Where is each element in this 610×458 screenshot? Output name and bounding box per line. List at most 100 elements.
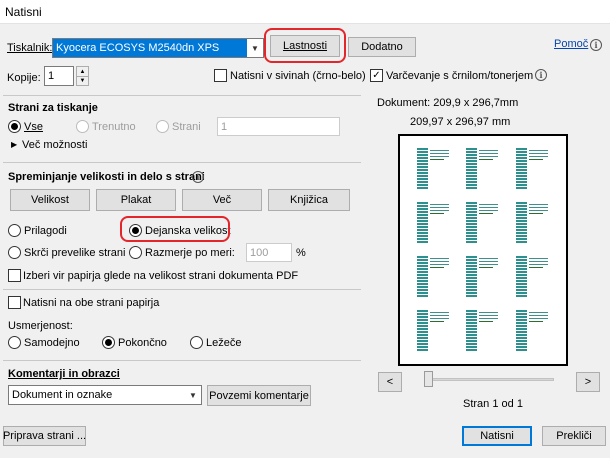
orientation-landscape-radio[interactable]	[190, 336, 203, 349]
cancel-button-label: Prekliči	[556, 430, 592, 442]
label-tile	[516, 144, 549, 192]
pages-all-label: Vse	[24, 121, 43, 133]
page-slider-track[interactable]	[424, 378, 554, 381]
pages-range-input[interactable]: 1	[217, 117, 340, 136]
label-tile	[466, 144, 499, 192]
highlight-ring	[120, 216, 230, 242]
pages-range-radio[interactable]	[156, 120, 169, 133]
summarize-comments-button[interactable]: Povzemi komentarje	[207, 385, 311, 406]
save-ink-checkbox[interactable]: ✓	[370, 69, 383, 82]
shrink-radio[interactable]	[8, 246, 21, 259]
stepper-down-icon[interactable]: ▼	[77, 76, 88, 85]
window-title: Natisni	[5, 5, 42, 19]
page-counter: Stran 1 od 1	[463, 398, 523, 410]
label-tile	[417, 144, 450, 192]
next-page-icon: >	[584, 376, 592, 388]
pages-section-title: Strani za tiskanje	[8, 102, 98, 114]
save-ink-info-icon[interactable]: i	[535, 69, 547, 81]
sizing-info-icon[interactable]: i	[192, 171, 204, 183]
label-tile	[516, 252, 549, 300]
chevron-down-icon: ▼	[251, 43, 259, 53]
orientation-portrait-radio[interactable]	[102, 336, 115, 349]
chevron-down-icon: ▼	[189, 390, 197, 400]
label-tile	[417, 252, 450, 300]
divider	[3, 289, 361, 290]
title-bar: Natisni	[0, 0, 610, 24]
fit-radio[interactable]	[8, 224, 21, 237]
orientation-landscape-label: Ležeče	[206, 337, 242, 349]
copies-input[interactable]: 1	[44, 66, 74, 86]
grayscale-checkbox[interactable]	[214, 69, 227, 82]
pages-range-label: Strani	[172, 121, 201, 133]
expand-triangle-icon[interactable]: ▶	[11, 140, 17, 149]
divider	[3, 95, 361, 96]
page-setup-button[interactable]: Priprava strani ...	[3, 426, 86, 446]
duplex-checkbox[interactable]	[8, 296, 21, 309]
tab-size[interactable]: Velikost	[10, 189, 90, 211]
fit-label: Prilagodi	[24, 225, 67, 237]
pages-all-radio[interactable]	[8, 120, 21, 133]
summarize-comments-label: Povzemi komentarje	[209, 389, 309, 402]
save-ink-label: Varčevanje s črnilom/tonerjem	[386, 70, 534, 82]
label-tile	[417, 306, 450, 354]
tab-poster-label: Plakat	[120, 194, 152, 206]
custom-scale-input[interactable]: 100	[246, 243, 292, 262]
divider	[3, 162, 361, 163]
highlight-ring	[264, 28, 346, 63]
custom-scale-radio[interactable]	[129, 246, 142, 259]
label-tile	[516, 306, 549, 354]
printer-label-text: Tiskalnik:	[7, 42, 53, 54]
next-page-button[interactable]: >	[576, 372, 600, 392]
prev-page-icon: <	[386, 376, 394, 388]
orientation-portrait-label: Pokončno	[118, 337, 167, 349]
comments-select-value: Dokument in oznake	[12, 389, 113, 401]
pages-all-text: Vse	[24, 121, 43, 133]
pages-current-label: Trenutno	[92, 121, 136, 133]
tab-multiple-label: Več	[212, 194, 232, 206]
orientation-title: Usmerjenost:	[8, 320, 73, 332]
copies-stepper[interactable]: ▲ ▼	[76, 66, 89, 86]
label-tile	[466, 306, 499, 354]
label-tile	[516, 198, 549, 246]
custom-scale-label: Razmerje po meri:	[145, 247, 235, 259]
more-options-link[interactable]: Več možnosti	[22, 139, 87, 151]
sizing-section-title: Spreminjanje velikosti in delo s strani	[8, 171, 205, 183]
divider	[3, 360, 361, 361]
advanced-button-label: Dodatno	[361, 41, 403, 53]
advanced-button[interactable]: Dodatno	[348, 37, 416, 57]
tab-poster[interactable]: Plakat	[96, 189, 176, 211]
printer-select[interactable]: Kyocera ECOSYS M2540dn XPS ▼	[52, 38, 264, 58]
duplex-label: Natisni na obe strani papirja	[23, 297, 160, 309]
printer-label: Tiskalnik:	[7, 42, 52, 54]
tab-multiple[interactable]: Več	[182, 189, 262, 211]
document-size-text: Dokument: 209,9 x 296,7mm	[377, 97, 519, 109]
comments-section-title: Komentarji in obrazci	[8, 368, 120, 380]
page-setup-label: Priprava strani ...	[2, 430, 87, 442]
orientation-auto-radio[interactable]	[8, 336, 21, 349]
tab-size-label: Velikost	[31, 194, 69, 206]
page-slider-thumb[interactable]	[424, 371, 433, 387]
label-tile	[466, 252, 499, 300]
page-preview	[398, 134, 568, 366]
tab-booklet[interactable]: Knjižica	[268, 189, 350, 211]
print-button-label: Natisni	[480, 430, 514, 442]
label-tile	[466, 198, 499, 246]
tab-booklet-label: Knjižica	[290, 194, 328, 206]
help-link[interactable]: Pomoč	[554, 38, 588, 50]
pages-current-radio[interactable]	[76, 120, 89, 133]
prev-page-button[interactable]: <	[378, 372, 402, 392]
stepper-up-icon[interactable]: ▲	[77, 67, 88, 76]
printer-select-value: Kyocera ECOSYS M2540dn XPS	[53, 39, 247, 57]
help-info-icon[interactable]: i	[590, 39, 602, 51]
label-tile	[417, 198, 450, 246]
print-button[interactable]: Natisni	[462, 426, 532, 446]
comments-select[interactable]: Dokument in oznake ▼	[8, 385, 202, 405]
cancel-button[interactable]: Prekliči	[542, 426, 606, 446]
page-size-text: 209,97 x 296,97 mm	[410, 116, 511, 128]
paper-source-label: Izberi vir papirja glede na velikost str…	[23, 270, 299, 282]
comments-title-text: Komentarji in obrazci	[8, 368, 120, 380]
copies-label: Kopije:	[7, 72, 41, 84]
paper-source-checkbox[interactable]	[8, 269, 21, 282]
shrink-label: Skrči prevelike strani	[24, 247, 126, 259]
grayscale-label: Natisni v sivinah (črno-belo)	[230, 70, 366, 82]
